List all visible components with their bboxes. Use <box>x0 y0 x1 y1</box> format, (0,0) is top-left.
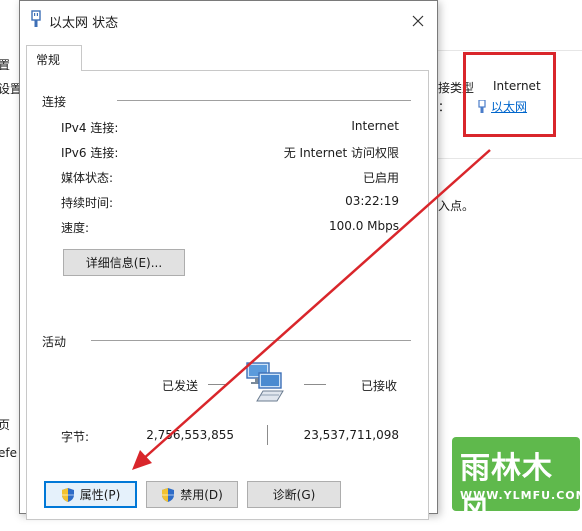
annotation-red-box <box>463 52 556 137</box>
duration-label: 持续时间: <box>61 196 114 210</box>
connection-group-heading: 连接 <box>42 95 67 109</box>
bytes-divider <box>267 425 268 445</box>
bytes-label: 字节: <box>61 430 90 444</box>
connection-group-line <box>117 100 411 101</box>
sent-line <box>208 384 228 385</box>
speed-label: 速度: <box>61 221 90 235</box>
ipv4-value: Internet <box>351 119 399 133</box>
disable-button[interactable]: 禁用(D) <box>146 481 238 508</box>
properties-button[interactable]: 属性(P) <box>44 481 137 508</box>
details-button[interactable]: 详细信息(E)... <box>63 249 185 276</box>
tab-general[interactable]: 常规 <box>26 45 82 71</box>
ipv6-value: 无 Internet 访问权限 <box>283 146 399 160</box>
bg-divider-mid <box>438 158 582 159</box>
details-button-label: 详细信息(E)... <box>85 256 163 270</box>
uac-shield-icon <box>162 487 175 502</box>
watermark-url: WWW.YLMFU.COM <box>460 489 582 502</box>
duration-value: 03:22:19 <box>345 194 399 208</box>
bg-hint-text: 入点。 <box>438 199 475 213</box>
title-bar[interactable]: 以太网 状态 <box>20 1 437 39</box>
diagnose-button[interactable]: 诊断(G) <box>247 481 341 508</box>
media-state-label: 媒体状态: <box>61 171 114 185</box>
ethernet-plug-icon <box>31 10 41 27</box>
ethernet-status-dialog: 以太网 状态 常规 连接 IPv4 连接: Internet IPv6 连接: … <box>19 0 438 520</box>
ipv6-label: IPv6 连接: <box>61 146 119 160</box>
bg-fragment-3: 页 <box>0 418 11 432</box>
dialog-title: 以太网 状态 <box>49 16 119 31</box>
properties-button-label: 属性(P) <box>79 488 121 502</box>
bytes-received-value: 23,537,711,098 <box>303 428 399 442</box>
watermark-logo: 雨林木风 WWW.YLMFU.COM <box>452 437 582 530</box>
bg-fragment-4: efe <box>0 446 17 460</box>
bytes-sent-value: 2,756,553,855 <box>146 428 234 442</box>
bg-divider-top <box>438 50 582 51</box>
received-label: 已接收 <box>361 379 398 393</box>
bg-colon: ： <box>438 100 451 114</box>
media-state-value: 已启用 <box>362 171 399 185</box>
received-line <box>304 384 326 385</box>
close-button[interactable] <box>403 7 433 35</box>
diagnose-button-label: 诊断(G) <box>272 488 316 502</box>
activity-group-line <box>91 340 411 341</box>
activity-group-heading: 活动 <box>42 335 67 349</box>
sent-label: 已发送 <box>162 379 199 393</box>
disable-button-label: 禁用(D) <box>180 488 223 502</box>
speed-value: 100.0 Mbps <box>328 219 399 233</box>
ipv4-label: IPv4 连接: <box>61 121 119 135</box>
close-icon <box>412 15 424 27</box>
watermark-title: 雨林木风 <box>460 451 553 530</box>
uac-shield-icon <box>61 487 74 502</box>
general-tab-panel: 连接 IPv4 连接: Internet IPv6 连接: 无 Internet… <box>26 70 429 520</box>
tab-general-label: 常规 <box>36 53 61 67</box>
network-computers-icon <box>246 362 284 402</box>
